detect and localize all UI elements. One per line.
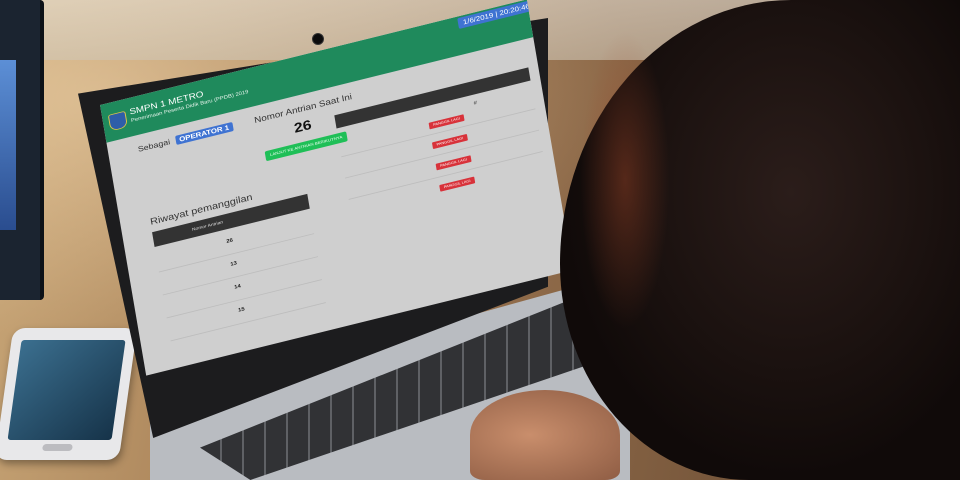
history-queue-number: 14 — [233, 283, 242, 291]
call-again-button[interactable]: PANGGIL LAGI — [431, 133, 468, 150]
history-queue-number: 15 — [237, 306, 246, 314]
hand — [470, 390, 620, 480]
history-queue-number: 26 — [226, 237, 234, 245]
row-divider — [344, 129, 540, 179]
phone-home-button — [41, 444, 73, 451]
row-divider — [348, 151, 543, 200]
history-queue-number: 13 — [230, 260, 238, 268]
current-queue-number: 26 — [293, 117, 313, 137]
webcam-icon — [312, 33, 324, 45]
phone-screen — [7, 340, 126, 440]
side-monitor — [0, 0, 44, 300]
call-column-header: # — [473, 100, 478, 107]
hair-highlight — [580, 30, 670, 330]
monitor-glow — [0, 60, 16, 230]
person-hair — [560, 0, 960, 480]
smartphone — [0, 328, 138, 460]
school-logo-icon — [107, 110, 129, 132]
photo-scene: SMPN 1 METRO Penerimaan Peserta Didik Ba… — [0, 0, 960, 480]
operator-prefix: Sebagai — [137, 137, 171, 154]
history-column-header: Nomor Antrian — [191, 219, 224, 233]
next-queue-button[interactable]: LANJUT KE ANTRIAN BERIKUTNYA — [264, 131, 348, 162]
call-again-button[interactable]: PANGGIL LAGI — [435, 155, 472, 171]
call-again-button[interactable]: PANGGIL LAGI — [439, 176, 476, 192]
operator-badge: OPERATOR 1 — [174, 121, 234, 146]
